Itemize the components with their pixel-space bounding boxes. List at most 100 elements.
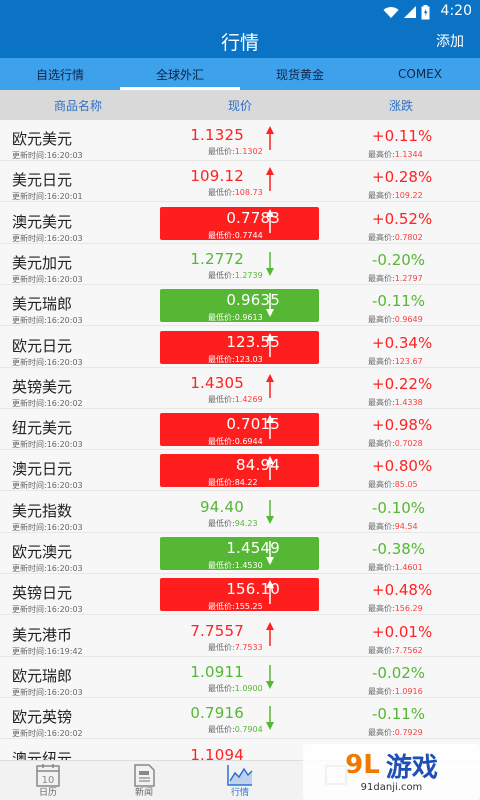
update-time-value: 16:20:02 — [46, 398, 83, 408]
quote-row[interactable]: 欧元澳元 更新时间:16:20:03 1.4549 最低价:1.4530 -0.38% 最… — [0, 533, 480, 574]
low-price-value: 0.9613 — [234, 313, 263, 323]
quote-row[interactable]: 欧元日元 更新时间:16:20:03 123.55 最低价:123.03 +0.34% 最… — [0, 326, 480, 368]
tab-watchlist[interactable]: 自选行情 — [0, 58, 120, 90]
update-time-value: 16:20:03 — [46, 522, 83, 532]
low-price: 最低价:7.7533 — [208, 642, 263, 653]
current-price: 109.12 — [190, 167, 244, 186]
nav-calendar-label: 日历 — [38, 788, 57, 798]
update-time-value: 16:20:03 — [46, 481, 83, 491]
low-price: 最低价:94.23 — [208, 518, 258, 529]
change-percent: +0.11% — [372, 127, 433, 145]
arrow-up-icon — [266, 580, 274, 605]
update-time-label: 更新时间: — [12, 646, 47, 656]
low-price-value: 1.1302 — [234, 147, 263, 156]
low-price: 最低价:155.25 — [208, 601, 263, 612]
high-price-label: 最高价: — [368, 563, 395, 572]
high-price-value: 7.7562 — [394, 645, 423, 655]
quote-row[interactable]: 欧元瑞郎 更新时间:16:20:03 1.0911 最低价:1.0900 -0.02% 最… — [0, 656, 480, 698]
low-price-value: 0.7744 — [234, 230, 263, 240]
high-price: 最高价:1.0916 — [368, 686, 423, 697]
low-price-value: 155.25 — [234, 602, 263, 612]
change-percent: +0.48% — [372, 581, 433, 600]
low-price: 最低价:1.4269 — [208, 394, 263, 405]
quote-list[interactable]: 欧元美元 更新时间:16:20:03 1.1325 最低价:1.1302 +0.11% 最… — [0, 120, 480, 760]
high-price-label: 最高价: — [368, 686, 395, 696]
quote-row[interactable]: 美元日元 更新时间:16:20:01 109.12 最低价:108.73 +0.28% 最… — [0, 161, 480, 203]
arrow-up-icon — [266, 621, 274, 646]
high-price-value: 85.05 — [394, 480, 418, 490]
quote-row[interactable]: 欧元英镑 更新时间:16:20:02 0.7916 最低价:0.7904 -0.11% 最… — [0, 698, 480, 740]
current-price: 1.1094 — [190, 745, 244, 761]
price-highlight: 123.55 最低价:123.03 — [160, 330, 319, 364]
quote-row[interactable]: 英镑日元 更新时间:16:20:03 156.10 最低价:155.25 +0.48% 最… — [0, 574, 480, 616]
wifi-icon — [383, 7, 399, 18]
column-change[interactable]: 涨跌 — [389, 97, 413, 114]
tab-global-forex[interactable]: 全球外汇 — [120, 58, 240, 90]
update-time: 更新时间:16:20:02 — [12, 398, 83, 409]
quote-row[interactable]: 英镑美元 更新时间:16:20:02 1.4305 最低价:1.4269 +0.22% 最… — [0, 367, 480, 409]
nav-quotes[interactable]: 行情 — [192, 761, 288, 800]
current-price: 1.4549 — [226, 539, 280, 557]
update-time-value: 16:20:03 — [46, 440, 83, 450]
high-price-value: 1.4338 — [394, 397, 423, 407]
current-price: 1.4305 — [190, 373, 244, 392]
change-percent: +0.80% — [372, 457, 433, 476]
column-price[interactable]: 现价 — [228, 97, 252, 114]
low-price-label: 最低价: — [208, 602, 235, 612]
update-time-label: 更新时间: — [12, 274, 47, 284]
low-price-value: 1.4269 — [234, 394, 263, 404]
high-price: 最高价:94.54 — [368, 521, 418, 532]
quote-row[interactable]: 澳元美元 更新时间:16:20:03 0.7783 最低价:0.7744 +0.52% 最… — [0, 202, 480, 244]
change-percent: -0.20% — [372, 250, 426, 269]
watermark-text: 游戏 — [385, 752, 438, 783]
low-price-value: 1.2739 — [234, 270, 263, 280]
current-price: 156.10 — [226, 580, 280, 599]
status-bar: 4:20 — [0, 0, 480, 24]
column-name[interactable]: 商品名称 — [54, 97, 102, 114]
low-price-value: 0.7904 — [234, 725, 263, 735]
high-price-value: 1.4601 — [394, 563, 423, 572]
low-price-label: 最低价: — [208, 147, 235, 156]
arrow-up-icon — [266, 167, 274, 192]
high-price-label: 最高价: — [368, 150, 395, 159]
quote-row[interactable]: 美元港币 更新时间:16:19:42 7.7557 最低价:7.7533 +0.01% 最… — [0, 615, 480, 657]
instrument-name: 澳元纽元 — [12, 749, 73, 761]
arrow-up-icon — [266, 208, 274, 233]
tab-spot-gold[interactable]: 现货黄金 — [240, 58, 360, 90]
low-price-label: 最低价: — [208, 188, 235, 198]
quote-row[interactable]: 美元加元 更新时间:16:20:03 1.2772 最低价:1.2739 -0.20% 最… — [0, 243, 480, 285]
watermark-brand: 9L 游戏 — [303, 748, 480, 783]
add-button[interactable]: 添加 — [436, 31, 464, 51]
low-price: 最低价:1.0900 — [208, 683, 263, 694]
nav-calendar[interactable]: 10 日历 — [0, 761, 96, 800]
update-time-value: 16:20:03 — [46, 564, 83, 573]
low-price-label: 最低价: — [208, 437, 235, 447]
quote-row[interactable]: 欧元美元 更新时间:16:20:03 1.1325 最低价:1.1302 +0.11% 最… — [0, 120, 480, 161]
high-price-value: 1.0916 — [394, 686, 423, 696]
instrument-name: 美元指数 — [12, 501, 73, 520]
tab-comex[interactable]: COMEX — [360, 58, 480, 90]
high-price-value: 109.22 — [394, 191, 423, 201]
low-price-value: 108.73 — [234, 188, 263, 198]
quote-row[interactable]: 美元瑞郎 更新时间:16:20:03 0.9635 最低价:0.9613 -0.11% 最… — [0, 285, 480, 327]
high-price-label: 最高价: — [368, 273, 395, 283]
high-price-label: 最高价: — [368, 315, 395, 325]
nav-news[interactable]: 新闻 — [96, 761, 192, 800]
change-percent: +0.52% — [372, 209, 433, 228]
change-percent: +0.22% — [372, 374, 433, 393]
update-time: 更新时间:16:20:03 — [12, 233, 83, 244]
low-price-value: 7.7533 — [234, 642, 263, 652]
quote-row[interactable]: 澳元日元 更新时间:16:20:03 84.94 最低价:84.22 +0.80% 最高价… — [0, 450, 480, 492]
update-time-label: 更新时间: — [12, 729, 47, 739]
update-time: 更新时间:16:19:42 — [12, 646, 83, 657]
change-percent: +0.01% — [372, 622, 433, 641]
price-highlight: 1.4549 最低价:1.4530 — [160, 537, 319, 570]
instrument-name: 美元港币 — [12, 625, 73, 644]
update-time-value: 16:20:03 — [46, 316, 83, 326]
quote-row[interactable]: 纽元美元 更新时间:16:20:03 0.7015 最低价:0.6944 +0.98% 最… — [0, 409, 480, 451]
market-tabs: 自选行情 全球外汇 现货黄金 COMEX — [0, 58, 480, 90]
low-price-label: 最低价: — [208, 478, 235, 488]
current-price: 1.0911 — [190, 662, 244, 681]
quote-row[interactable]: 美元指数 更新时间:16:20:03 94.40 最低价:94.23 -0.10% 最高价… — [0, 491, 480, 533]
signal-icon — [404, 6, 416, 18]
